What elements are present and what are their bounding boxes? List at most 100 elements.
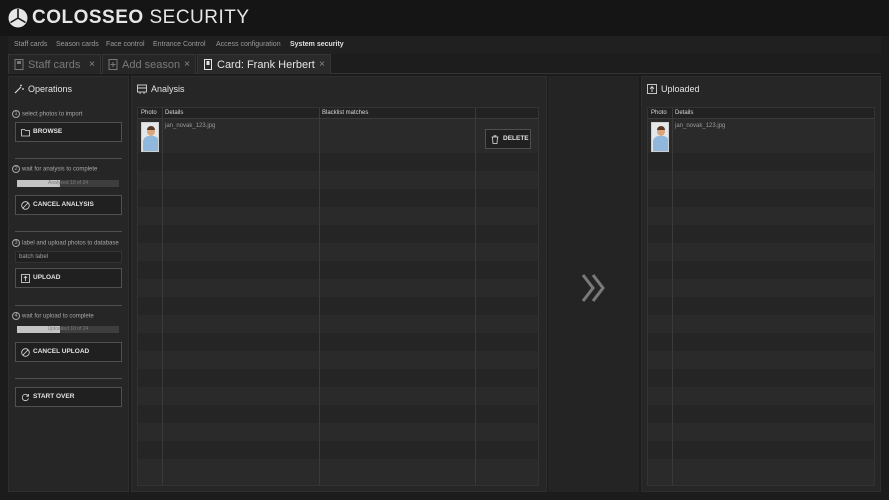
cancel-icon (21, 348, 30, 357)
batch-label-input[interactable]: batch label (15, 251, 122, 263)
photo-thumbnail[interactable] (651, 122, 669, 152)
browse-button[interactable]: BROWSE (15, 122, 122, 142)
upload-icon (647, 84, 657, 94)
table-row-empty (138, 459, 538, 485)
card-icon (14, 59, 24, 70)
brand-title: COLOSSEO SECURITY (32, 6, 250, 30)
button-label: UPLOAD (33, 274, 61, 281)
column-divider (319, 108, 320, 485)
table-row-empty (138, 351, 538, 369)
table-row-empty (138, 225, 538, 243)
close-icon[interactable]: × (184, 56, 190, 74)
analysis-icon (137, 84, 147, 94)
column-header-details: Details (675, 110, 694, 116)
table-row-empty (138, 369, 538, 387)
double-chevron-right-icon[interactable] (581, 273, 607, 303)
tab-card-frank-herbert[interactable]: Card: Frank Herbert × (197, 54, 331, 74)
uploaded-title: Uploaded (661, 84, 700, 94)
button-label: CANCEL UPLOAD (33, 348, 90, 355)
tab-label: Add season (122, 59, 181, 71)
table-row-empty (138, 405, 538, 423)
colosseo-logo-icon (8, 8, 28, 28)
refresh-icon (21, 393, 29, 402)
table-row-empty (648, 207, 874, 225)
table-row-empty (648, 261, 874, 279)
card-icon (108, 59, 118, 70)
delete-button[interactable]: DELETE (485, 129, 531, 149)
table-row-empty (648, 279, 874, 297)
analysis-title: Analysis (151, 84, 185, 94)
upload-progress-bar: Uploaded 10 of 24 (17, 326, 119, 333)
app-header: COLOSSEO SECURITY (0, 0, 889, 36)
cancel-analysis-button[interactable]: CANCEL ANALYSIS (15, 195, 122, 215)
step-label: wait for analysis to complete (22, 166, 98, 173)
step-label: wait for upload to complete (22, 313, 94, 320)
step-number: 1 (12, 110, 20, 118)
table-row-empty (138, 243, 538, 261)
tab-add-season[interactable]: Add season × (102, 54, 196, 74)
column-header-blacklist: Blacklist matches (322, 110, 369, 116)
table-row-empty (648, 387, 874, 405)
button-label: START OVER (33, 393, 75, 400)
table-row-empty (648, 333, 874, 351)
step-2-text: 2 wait for analysis to complete (12, 165, 97, 175)
cancel-upload-button[interactable]: CANCEL UPLOAD (15, 342, 122, 362)
table-row-empty (648, 351, 874, 369)
table-row-empty (138, 171, 538, 189)
column-header-photo: Photo (141, 110, 157, 116)
close-icon[interactable]: × (319, 56, 325, 74)
divider (15, 305, 122, 306)
table-row-empty (138, 279, 538, 297)
cancel-icon (21, 201, 30, 210)
step-number: 4 (12, 312, 20, 320)
column-divider (475, 108, 476, 485)
progress-text: Analyzed 10 of 24 (47, 180, 89, 186)
step-3-text: 3 label and upload photos to database (12, 239, 119, 249)
button-label: DELETE (503, 135, 529, 142)
nav-season-cards[interactable]: Season cards (56, 40, 99, 50)
operations-title: Operations (28, 84, 73, 94)
button-label: BROWSE (33, 128, 63, 135)
nav-entrance-control[interactable]: Entrance Control (153, 40, 206, 50)
table-row-empty (648, 315, 874, 333)
table-row-empty (138, 333, 538, 351)
nav-system-security[interactable]: System security (290, 40, 344, 50)
table-row-empty (648, 423, 874, 441)
button-label: CANCEL ANALYSIS (33, 201, 94, 208)
table-row-empty (138, 423, 538, 441)
wand-icon (14, 84, 24, 94)
tab-staff-cards[interactable]: Staff cards × (8, 54, 101, 74)
tab-bar: Staff cards × Add season × Card: Frank H… (8, 54, 881, 74)
nav-face-control[interactable]: Face control (106, 40, 145, 50)
start-over-button[interactable]: START OVER (15, 387, 122, 407)
analysis-table: Photo Details Blacklist matches jan_nova… (137, 107, 539, 486)
folder-icon (21, 129, 30, 137)
card-icon (204, 59, 212, 70)
table-row-empty (648, 243, 874, 261)
table-row-empty (138, 387, 538, 405)
table-row-empty (648, 171, 874, 189)
trash-icon (491, 135, 499, 144)
brand-light: SECURITY (149, 7, 250, 28)
step-label: select photos to import (22, 111, 83, 118)
photo-thumbnail[interactable] (141, 122, 159, 152)
upload-button[interactable]: UPLOAD (15, 268, 122, 288)
close-icon[interactable]: × (89, 56, 95, 74)
table-row-empty (138, 261, 538, 279)
nav-access-configuration[interactable]: Access configuration (216, 40, 281, 50)
table-row-empty (138, 189, 538, 207)
nav-staff-cards[interactable]: Staff cards (14, 40, 47, 50)
upload-icon (21, 274, 30, 283)
divider (15, 158, 122, 159)
tab-label: Card: Frank Herbert (217, 59, 315, 71)
table-row-empty (648, 297, 874, 315)
divider (15, 231, 122, 232)
table-row-empty (648, 189, 874, 207)
table-row-empty (648, 225, 874, 243)
step-1-text: 1 select photos to import (12, 110, 82, 120)
table-row-empty (138, 297, 538, 315)
divider (15, 378, 122, 379)
column-divider (672, 108, 673, 485)
table-row-empty (138, 441, 538, 459)
step-number: 3 (12, 239, 20, 247)
